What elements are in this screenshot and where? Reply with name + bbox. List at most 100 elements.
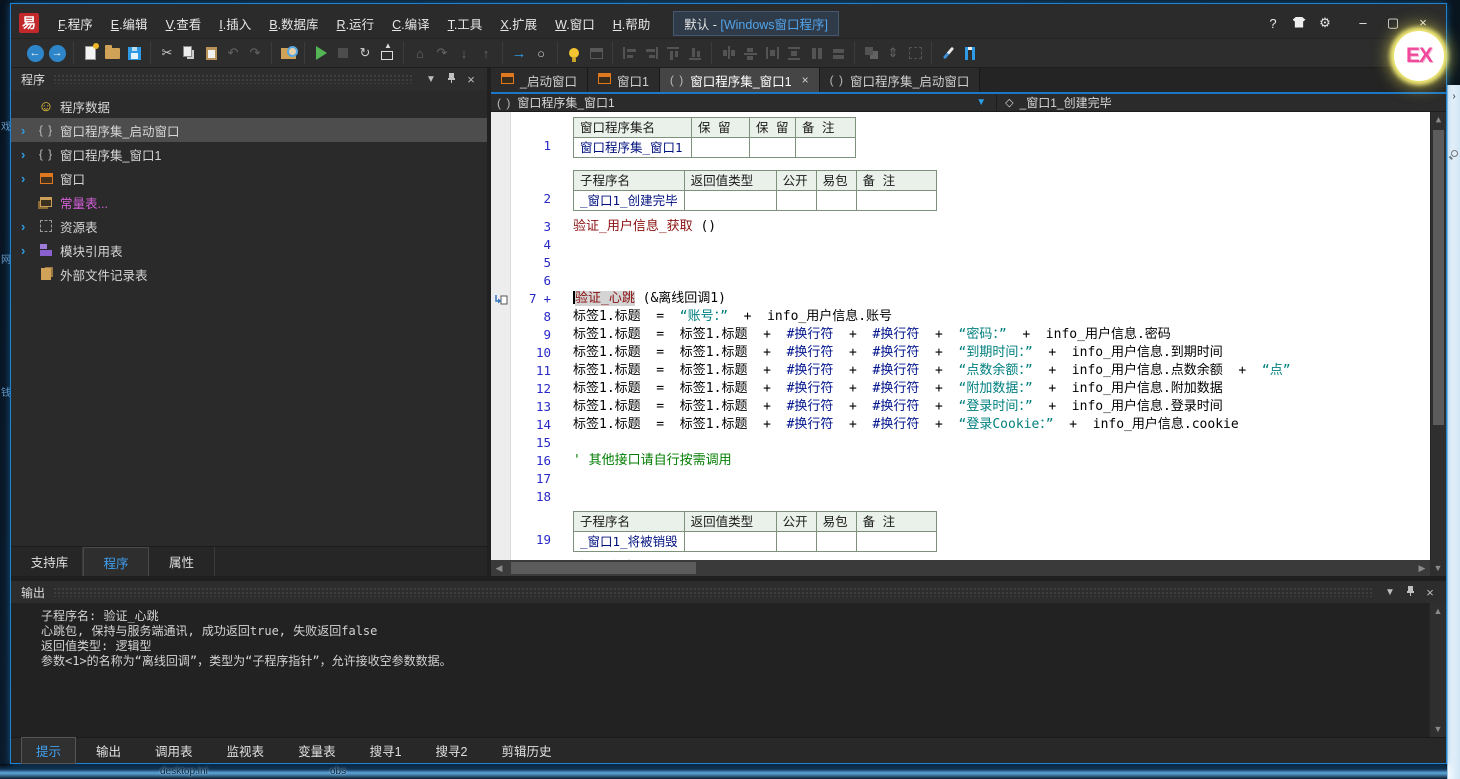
tree-item-常量表...[interactable]: 常量表... bbox=[11, 190, 487, 214]
menu-F[interactable]: F.程序 bbox=[49, 11, 102, 36]
menu-C[interactable]: C.编译 bbox=[383, 11, 439, 36]
code-text[interactable] bbox=[561, 272, 1430, 290]
open-file-icon[interactable] bbox=[101, 43, 123, 63]
table-cell[interactable] bbox=[816, 191, 856, 211]
table-cell[interactable]: _窗口1_将被销毁 bbox=[574, 532, 685, 552]
table-cell[interactable]: 窗口程序集_窗口1 bbox=[574, 138, 692, 158]
tip-bulb-icon[interactable] bbox=[563, 43, 585, 63]
menu-T[interactable]: T.工具 bbox=[439, 11, 492, 36]
nav-forward-icon[interactable]: → bbox=[46, 43, 68, 63]
editor-horizontal-scrollbar[interactable]: ◀ ▶ ▼ bbox=[491, 560, 1446, 576]
code-text[interactable]: 验证_心跳 (&离线回调1) bbox=[561, 290, 1430, 308]
code-line[interactable]: 15 bbox=[491, 434, 1430, 452]
code-text[interactable]: 验证_用户信息_获取 () bbox=[561, 218, 1430, 236]
code-text[interactable] bbox=[561, 488, 1430, 506]
build-icon[interactable] bbox=[376, 43, 398, 63]
doc-tab-窗口1[interactable]: 窗口1 bbox=[588, 68, 660, 92]
code-text[interactable] bbox=[561, 236, 1430, 254]
ex-overlay-badge[interactable]: EX bbox=[1394, 31, 1444, 81]
desktop-icon-label[interactable]: desktop.ini bbox=[160, 766, 208, 777]
code-line[interactable]: 17 bbox=[491, 470, 1430, 488]
tree-item-资源表[interactable]: ›资源表 bbox=[11, 214, 487, 238]
code-text[interactable]: 窗口程序集名保 留保 留备 注窗口程序集_窗口1 bbox=[561, 112, 1430, 165]
doc-tab-窗口程序集_窗口1[interactable]: ( )窗口程序集_窗口1× bbox=[660, 68, 820, 92]
expand-chevron-icon[interactable]: › bbox=[21, 123, 37, 138]
code-line[interactable]: 1窗口程序集名保 留保 留备 注窗口程序集_窗口1 bbox=[491, 112, 1430, 165]
output-vertical-scrollbar[interactable]: ▲ ▼ bbox=[1429, 603, 1446, 737]
tree-item-外部文件记录表[interactable]: 外部文件记录表 bbox=[11, 262, 487, 286]
code-text[interactable] bbox=[561, 254, 1430, 272]
code-line[interactable]: 16' 其他接口请自行按需调用 bbox=[491, 452, 1430, 470]
code-line[interactable]: 3验证_用户信息_获取 () bbox=[491, 218, 1430, 236]
code-text[interactable] bbox=[561, 434, 1430, 452]
output-tab-剪辑历史[interactable]: 剪辑历史 bbox=[487, 738, 565, 763]
nav-back-icon[interactable]: ← bbox=[24, 43, 46, 63]
desktop-icon-label[interactable]: obs bbox=[330, 766, 346, 777]
tree-item-窗口程序集_启动窗口[interactable]: ›{ }窗口程序集_启动窗口 bbox=[11, 118, 487, 142]
code-text[interactable]: 标签1.标题 = 标签1.标题 + #换行符 + #换行符 + “附加数据：” … bbox=[561, 380, 1430, 398]
paste-icon[interactable] bbox=[200, 43, 222, 63]
output-tab-监视表[interactable]: 监视表 bbox=[213, 738, 279, 763]
output-tab-提示[interactable]: 提示 bbox=[21, 737, 76, 764]
code-editor[interactable]: 1窗口程序集名保 留保 留备 注窗口程序集_窗口12子程序名返回值类型公开易包备… bbox=[491, 112, 1446, 560]
close-button[interactable]: × bbox=[1408, 13, 1438, 33]
output-tab-搜寻1[interactable]: 搜寻1 bbox=[356, 738, 416, 763]
table-cell[interactable] bbox=[816, 532, 856, 552]
chevron-down-icon[interactable]: ▼ bbox=[976, 97, 986, 108]
tree-item-程序数据[interactable]: ☺程序数据 bbox=[11, 94, 487, 118]
vertical-scroll-thumb[interactable] bbox=[1433, 130, 1444, 425]
output-tab-搜寻2[interactable]: 搜寻2 bbox=[422, 738, 482, 763]
code-line[interactable]: 18 bbox=[491, 488, 1430, 506]
code-text[interactable]: 标签1.标题 = 标签1.标题 + #换行符 + #换行符 + “到期时间：” … bbox=[561, 344, 1430, 362]
pin-icon[interactable] bbox=[441, 73, 461, 86]
code-text[interactable] bbox=[561, 470, 1430, 488]
menu-I[interactable]: I.插入 bbox=[210, 11, 260, 36]
jump-to-icon[interactable]: → bbox=[508, 43, 530, 63]
find-in-files-icon[interactable] bbox=[277, 43, 299, 63]
code-line[interactable]: 2子程序名返回值类型公开易包备 注_窗口1_创建完毕 bbox=[491, 165, 1430, 218]
menu-B[interactable]: B.数据库 bbox=[260, 11, 327, 36]
scroll-up-icon[interactable]: ▲ bbox=[1430, 603, 1446, 619]
table-cell[interactable] bbox=[684, 191, 776, 211]
minimize-button[interactable]: – bbox=[1348, 13, 1378, 33]
sidebar-tab-属性[interactable]: 属性 bbox=[149, 547, 215, 576]
code-text[interactable]: 标签1.标题 = 标签1.标题 + #换行符 + #换行符 + “登录Cooki… bbox=[561, 416, 1430, 434]
toggle-breakpoint-icon[interactable]: ○ bbox=[530, 43, 552, 63]
scroll-up-icon[interactable]: ▲ bbox=[1431, 112, 1446, 128]
code-line[interactable]: 7+验证_心跳 (&离线回调1) bbox=[491, 290, 1430, 308]
expand-chevron-icon[interactable]: › bbox=[21, 243, 37, 258]
panel-close-icon[interactable]: × bbox=[1420, 585, 1440, 600]
settings-icon[interactable]: ⚙ bbox=[1312, 13, 1338, 33]
code-line[interactable]: 13标签1.标题 = 标签1.标题 + #换行符 + #换行符 + “登录时间：… bbox=[491, 398, 1430, 416]
table-cell[interactable] bbox=[750, 138, 796, 158]
restart-icon[interactable]: ↻ bbox=[354, 43, 376, 63]
breadcrumb-event-select[interactable]: ◇ _窗口1_创建完毕 bbox=[997, 94, 1446, 111]
run-icon[interactable] bbox=[310, 43, 332, 63]
scroll-right-icon[interactable]: ▶ bbox=[1414, 563, 1430, 574]
save-file-icon[interactable] bbox=[123, 43, 145, 63]
fold-toggle-icon[interactable]: + bbox=[543, 291, 551, 306]
format-brush-icon[interactable] bbox=[937, 43, 959, 63]
tree-item-模块引用表[interactable]: ›模块引用表 bbox=[11, 238, 487, 262]
skin-icon[interactable] bbox=[1286, 14, 1312, 33]
code-text[interactable]: 标签1.标题 = 标签1.标题 + #换行符 + #换行符 + “密码：” + … bbox=[561, 326, 1430, 344]
horizontal-scroll-thumb[interactable] bbox=[511, 562, 696, 574]
expand-chevron-icon[interactable]: › bbox=[21, 147, 37, 162]
code-line[interactable]: 11标签1.标题 = 标签1.标题 + #换行符 + #换行符 + “点数余额：… bbox=[491, 362, 1430, 380]
panel-dropdown-icon[interactable]: ▼ bbox=[421, 74, 441, 85]
menu-V[interactable]: V.查看 bbox=[157, 11, 211, 36]
menu-E[interactable]: E.编辑 bbox=[102, 11, 157, 36]
code-line[interactable]: 19子程序名返回值类型公开易包备 注_窗口1_将被销毁 bbox=[491, 506, 1430, 559]
code-text[interactable]: 标签1.标题 = 标签1.标题 + #换行符 + #换行符 + “登录时间：” … bbox=[561, 398, 1430, 416]
doc-tab-_启动窗口[interactable]: _启动窗口 bbox=[491, 68, 588, 92]
pin-icon[interactable] bbox=[1400, 586, 1420, 599]
active-config-box[interactable]: 默认 - [Windows窗口程序] bbox=[673, 11, 839, 36]
editor-vertical-scrollbar[interactable]: ▲ bbox=[1430, 112, 1446, 560]
code-text[interactable]: 子程序名返回值类型公开易包备 注_窗口1_创建完毕 bbox=[561, 165, 1430, 218]
panel-dropdown-icon[interactable]: ▼ bbox=[1380, 587, 1400, 598]
tree-item-窗口[interactable]: ›窗口 bbox=[11, 166, 487, 190]
table-cell[interactable] bbox=[776, 532, 816, 552]
table-cell[interactable] bbox=[796, 138, 856, 158]
table-cell[interactable] bbox=[776, 191, 816, 211]
code-text[interactable]: 标签1.标题 = 标签1.标题 + #换行符 + #换行符 + “点数余额：” … bbox=[561, 362, 1430, 380]
